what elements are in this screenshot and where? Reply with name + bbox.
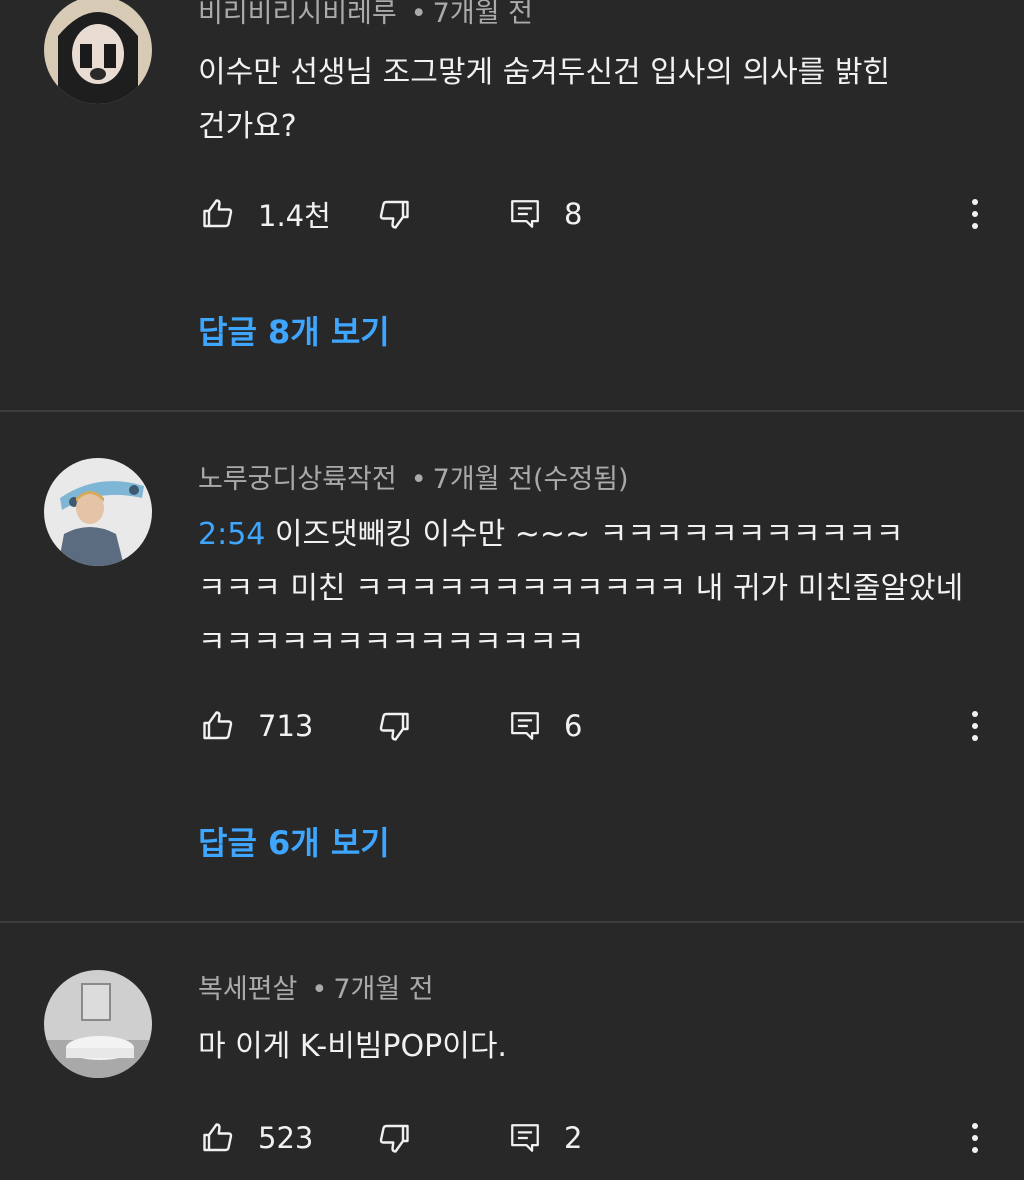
comment-age: 7개월 전 [432,0,533,29]
author-name[interactable]: 노루궁디상륙작전 [198,464,397,495]
comment-actions: 1.4천 8 [0,184,1024,244]
comment-age: 7개월 전(수정됨) [432,464,629,495]
more-vertical-icon [972,711,978,741]
comment-actions: 713 6 [0,696,1024,756]
timestamp-link[interactable]: 2:54 [198,517,265,552]
comment-meta: 노루궁디상륙작전 • 7개월 전(수정됨) [198,464,629,495]
like-button[interactable]: 1.4천 [200,184,331,244]
person-with-skateboard-avatar [44,458,152,566]
comment-icon [511,712,539,740]
avatar[interactable] [44,970,152,1078]
like-button[interactable]: 523 [200,1108,313,1168]
comment-text: 2:54 이즈댓빼킹 이수만 ~~~ ㅋㅋㅋㅋㅋㅋㅋㅋㅋㅋㅋ ㅋㅋㅋ 미친 ㅋㅋ… [198,517,964,660]
like-button[interactable]: 713 [200,696,313,756]
divider [0,921,1024,923]
comment-age: 7개월 전 [333,974,434,1005]
avatar[interactable] [44,0,152,104]
more-vertical-icon [972,1123,978,1153]
dislike-button[interactable] [376,184,412,244]
reply-count: 2 [564,1121,583,1155]
like-count: 713 [258,709,314,743]
comment-meta: 비리비리시비레루 • 7개월 전 [198,0,533,29]
thumbs-up-icon [203,199,233,228]
author-name[interactable]: 비리비리시비레루 [198,0,397,29]
reply-button[interactable]: 6 [508,696,582,756]
comment-text: 마 이게 K-비빔POP이다. [198,1029,507,1064]
like-count: 523 [258,1121,314,1155]
comments-feed: 비리비리시비레루 • 7개월 전 이수만 선생님 조그맣게 숨겨두신건 입사의 의사… [0,0,1024,1180]
reply-count: 6 [564,709,583,743]
like-count: 1.4천 [258,199,331,233]
reply-button[interactable]: 2 [508,1108,582,1168]
dislike-button[interactable] [376,696,412,756]
comment-icon [511,200,539,228]
reply-count: 8 [564,197,583,231]
avatar[interactable] [44,458,152,566]
reply-button[interactable]: 8 [508,184,582,244]
thumbs-down-icon [379,1124,409,1153]
thumbs-up-icon [203,711,233,740]
comment-text: 이수만 선생님 조그맣게 숨겨두신건 입사의 의사를 밝힌 건가요? [198,55,891,144]
masked-face-avatar [44,0,152,104]
view-replies-link[interactable]: 답글 6개 보기 [198,818,390,868]
thumbs-down-icon [379,200,409,229]
room-interior-avatar [44,970,152,1078]
divider [0,410,1024,412]
more-options-button[interactable] [960,1108,990,1168]
view-replies-link[interactable]: 답글 8개 보기 [198,307,390,357]
thumbs-down-icon [379,712,409,741]
comment-meta: 복세편살 • 7개월 전 [198,974,434,1005]
more-options-button[interactable] [960,696,990,756]
comment-actions: 523 2 [0,1108,1024,1168]
thumbs-up-icon [203,1123,233,1152]
more-vertical-icon [972,199,978,229]
dislike-button[interactable] [376,1108,412,1168]
author-name[interactable]: 복세편살 [198,974,297,1005]
more-options-button[interactable] [960,184,990,244]
comment-icon [511,1124,539,1152]
